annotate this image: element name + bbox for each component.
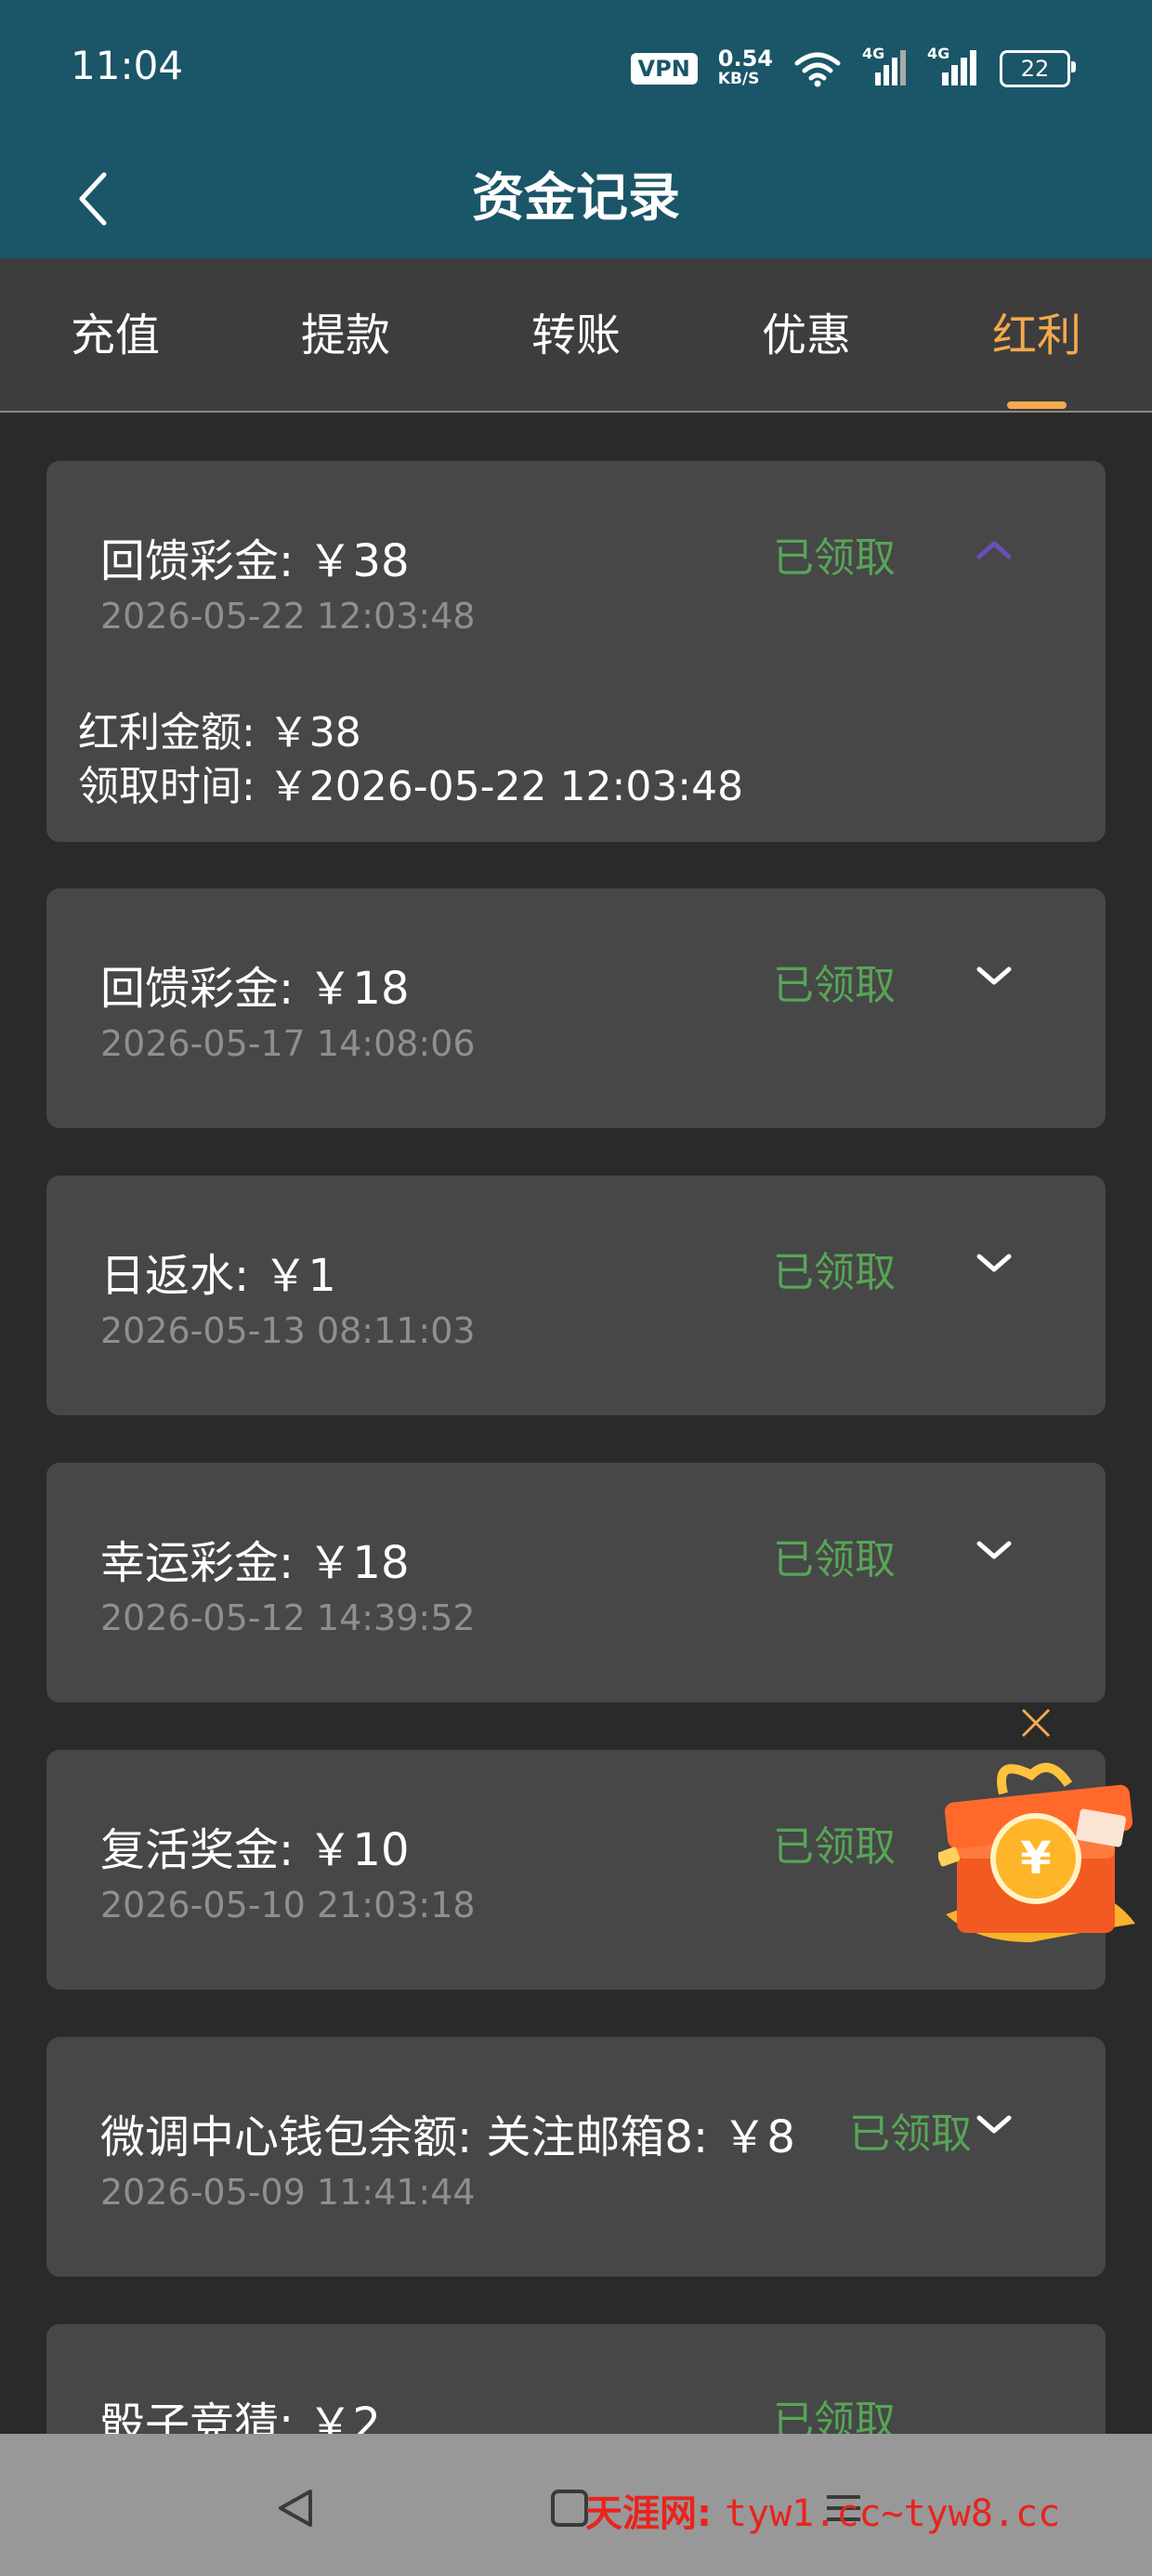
record-status: 已领取 — [773, 534, 896, 582]
claim-time-detail: 领取时间: ￥2026-05-22 12:03:48 — [78, 763, 744, 810]
record-card[interactable]: 微调中心钱包余额: 关注邮箱8: ￥8 2026-05-09 11:41:44 … — [46, 2037, 1106, 2277]
record-card[interactable]: 幸运彩金: ￥18 2026-05-12 14:39:52 已领取 — [46, 1463, 1106, 1702]
record-time: 2026-05-12 14:39:52 — [100, 1597, 476, 1638]
record-title: 日返水: ￥1 — [100, 1250, 336, 1302]
record-time: 2026-05-17 14:08:06 — [100, 1023, 476, 1064]
record-title: 回馈彩金: ￥38 — [100, 535, 410, 587]
record-time: 2026-05-10 21:03:18 — [100, 1885, 476, 1925]
record-status: 已领取 — [773, 2398, 896, 2434]
record-time: 2026-05-13 08:11:03 — [100, 1310, 476, 1351]
collapse-toggle[interactable] — [957, 507, 1031, 591]
close-icon — [1021, 1708, 1051, 1738]
wifi-icon — [794, 52, 841, 87]
record-title: 骰子竞猜: ￥2 — [100, 2399, 381, 2434]
battery-icon: 22 — [1000, 50, 1076, 87]
record-time: 2026-05-22 12:03:48 — [100, 596, 476, 637]
site-watermark: 天涯网: tyw1.cc~tyw8.cc — [585, 2483, 1060, 2537]
record-status: 已领取 — [773, 962, 896, 1009]
record-title: 微调中心钱包余额: 关注邮箱8: ￥8 — [100, 2111, 795, 2163]
triangle-back-icon — [279, 2490, 312, 2527]
record-card[interactable]: 回馈彩金: ￥38 2026-05-22 12:03:48 已领取 红利金额: … — [46, 461, 1106, 842]
chevron-down-icon — [976, 1541, 1012, 1559]
chevron-down-icon — [976, 966, 1012, 985]
status-time: 11:04 — [71, 43, 184, 88]
gift-box-icon: ¥ — [936, 1763, 1135, 1942]
chevron-down-icon — [976, 2115, 1012, 2134]
status-bar: 11:04 VPN 0.54 KB/S 4G 4G 22 — [0, 0, 1152, 139]
page-title: 资金记录 — [472, 168, 680, 229]
app-header: 资金记录 — [0, 139, 1152, 258]
record-status: 已领取 — [773, 1823, 896, 1871]
nav-back-button[interactable] — [258, 2471, 333, 2545]
gift-close-button[interactable] — [1017, 1704, 1054, 1741]
record-card[interactable]: 骰子竞猜: ￥2 已领取 — [46, 2324, 1106, 2434]
gift-box-promo[interactable]: ¥ — [936, 1756, 1143, 2007]
expand-toggle[interactable] — [957, 2083, 1031, 2167]
chevron-up-icon — [976, 541, 1012, 559]
record-card[interactable]: 日返水: ￥1 2026-05-13 08:11:03 已领取 — [46, 1176, 1106, 1415]
tab-withdraw[interactable]: 提款 — [253, 258, 439, 411]
svg-text:¥: ¥ — [1020, 1833, 1051, 1885]
status-icons: VPN 0.54 KB/S 4G 4G 22 — [630, 45, 1076, 93]
chevron-down-icon — [976, 1254, 1012, 1272]
tab-bar: 充值 提款 转账 优惠 红利 — [0, 258, 1152, 413]
record-title: 幸运彩金: ￥18 — [100, 1537, 410, 1589]
record-list[interactable]: 回馈彩金: ￥38 2026-05-22 12:03:48 已领取 红利金额: … — [0, 413, 1152, 2434]
record-status: 已领取 — [773, 1249, 896, 1296]
record-title: 复活奖金: ￥10 — [100, 1824, 410, 1876]
tab-transfer[interactable]: 转账 — [483, 258, 669, 411]
watermark-site-name: 天涯网: — [585, 2492, 712, 2535]
expand-toggle[interactable] — [957, 1222, 1031, 1306]
bonus-amount-detail: 红利金额: ￥38 — [78, 709, 361, 756]
signal-icon-2: 4G — [927, 45, 979, 87]
tab-deposit[interactable]: 充值 — [22, 258, 208, 411]
watermark-url: tyw1.cc~tyw8.cc — [724, 2492, 1061, 2535]
record-time: 2026-05-09 11:41:44 — [100, 2172, 476, 2213]
record-card[interactable]: 回馈彩金: ￥18 2026-05-17 14:08:06 已领取 — [46, 888, 1106, 1128]
expand-toggle[interactable] — [957, 935, 1031, 1019]
vpn-badge: VPN — [630, 53, 698, 85]
system-nav-bar: 天涯网: tyw1.cc~tyw8.cc — [0, 2434, 1152, 2576]
tab-promotion[interactable]: 优惠 — [713, 258, 899, 411]
active-tab-indicator — [1007, 401, 1067, 409]
back-button[interactable] — [56, 139, 130, 258]
record-status: 已领取 — [773, 1536, 896, 1584]
record-status: 已领取 — [849, 2110, 972, 2158]
signal-icon-1: 4G — [862, 45, 907, 87]
expand-toggle[interactable] — [957, 1509, 1031, 1593]
network-speed: 0.54 KB/S — [717, 46, 773, 88]
record-title: 回馈彩金: ￥18 — [100, 963, 410, 1015]
tab-bonus[interactable]: 红利 — [944, 258, 1130, 411]
chevron-left-icon — [79, 172, 107, 226]
